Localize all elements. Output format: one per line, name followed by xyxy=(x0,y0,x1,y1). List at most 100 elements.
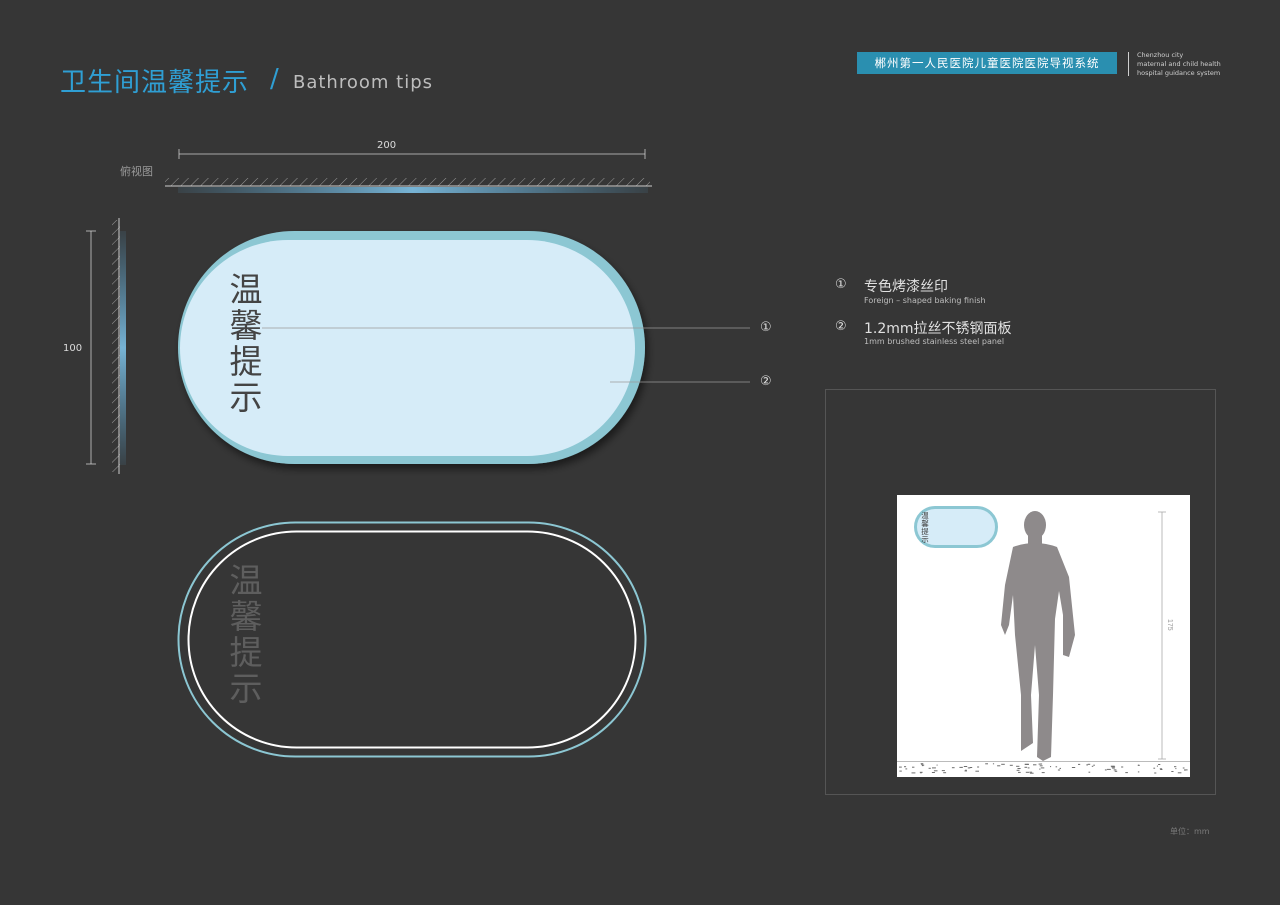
floor-speck xyxy=(1158,764,1161,765)
floor-texture xyxy=(897,761,1190,774)
floor-speck xyxy=(920,772,922,774)
floor-speck xyxy=(969,767,973,768)
top-view-dimension xyxy=(178,149,646,159)
floor-speck xyxy=(899,770,902,772)
top-view-wall xyxy=(165,178,652,193)
legend-text-en: Foreign – shaped baking finish xyxy=(864,296,986,305)
floor-speck xyxy=(931,772,935,773)
sign-char: 馨 xyxy=(229,597,263,636)
scene-height-dimension xyxy=(1158,511,1166,760)
sign-char: 示 xyxy=(229,378,263,417)
unit-label: 单位：mm xyxy=(1170,827,1210,836)
sign-text-front: 温 馨 提 示 xyxy=(226,272,266,416)
floor-speck xyxy=(1024,766,1028,768)
sign-char: 示 xyxy=(229,669,263,708)
floor-speck xyxy=(1001,763,1005,765)
floor-speck xyxy=(1182,767,1185,769)
floor-speck xyxy=(1050,766,1052,768)
floor-speck xyxy=(963,766,968,767)
mini-sign-text: 温馨提示 xyxy=(921,511,929,544)
sign-char: 温 xyxy=(229,270,263,309)
floor-speck xyxy=(1033,764,1037,766)
floor-speck xyxy=(1174,766,1177,768)
sign-text-outline: 温 馨 提 示 xyxy=(226,563,266,707)
floor-speck xyxy=(1113,769,1117,771)
floor-speck xyxy=(1041,772,1045,774)
floor-speck xyxy=(1017,768,1021,769)
floor-speck xyxy=(911,772,916,774)
floor-speck xyxy=(1156,765,1158,767)
floor-speck xyxy=(964,770,967,772)
floor-speck xyxy=(933,770,938,772)
legend-number: ① xyxy=(835,277,847,292)
floor-speck xyxy=(943,772,947,774)
legend-text-en: 1mm brushed stainless steel panel xyxy=(864,337,1005,346)
floor-speck xyxy=(1087,763,1091,765)
floor-speck xyxy=(1111,766,1116,768)
floor-speck xyxy=(985,763,988,765)
floor-speck xyxy=(1160,769,1163,770)
floor-speck xyxy=(1024,763,1029,765)
floor-speck xyxy=(1177,772,1182,774)
floor-speck xyxy=(1018,771,1021,773)
floor-speck xyxy=(1039,765,1043,767)
floor-speck xyxy=(1104,769,1107,771)
floor-speck xyxy=(1059,767,1061,769)
floor-speck xyxy=(1057,769,1061,771)
floor-speck xyxy=(922,765,924,767)
floor-speck xyxy=(928,767,931,769)
floor-speck xyxy=(1016,765,1020,767)
floor-speck xyxy=(932,767,936,769)
floor-speck xyxy=(1184,769,1186,771)
sign-char: 提 xyxy=(229,633,263,672)
person-silhouette xyxy=(1001,511,1075,761)
floor-speck xyxy=(1055,766,1058,768)
floor-speck xyxy=(1039,768,1041,770)
floor-speck xyxy=(1137,764,1140,766)
floor-speck xyxy=(1038,763,1041,765)
floor-speck xyxy=(1025,771,1029,773)
floor-speck xyxy=(1114,770,1118,772)
floor-speck xyxy=(992,763,995,765)
side-view-dimension xyxy=(86,230,96,465)
floor-speck xyxy=(1093,764,1095,766)
floor-speck xyxy=(997,765,1001,767)
sign-char: 馨 xyxy=(229,306,263,345)
scene-height-label: 175 xyxy=(1166,619,1173,631)
sign-char: 提 xyxy=(229,342,263,381)
floor-speck xyxy=(977,766,980,768)
legend-number: ② xyxy=(835,319,847,334)
floor-speck xyxy=(936,764,938,766)
floor-speck xyxy=(1106,768,1111,770)
floor-speck xyxy=(912,766,915,768)
floor-speck xyxy=(1040,767,1045,769)
floor-speck xyxy=(1175,768,1177,770)
floor-speck xyxy=(1171,771,1174,772)
side-view-wall xyxy=(112,218,126,474)
callout-marker-1: ① xyxy=(760,320,772,335)
floor-speck xyxy=(1029,771,1033,773)
floor-speck xyxy=(1009,764,1013,766)
floor-speck xyxy=(1153,767,1156,769)
floor-speck xyxy=(961,766,963,768)
floor-speck xyxy=(1125,772,1128,774)
floor-speck xyxy=(1029,772,1034,774)
floor-speck xyxy=(1016,769,1020,771)
legend-text-cn: 专色烤漆丝印 xyxy=(864,279,948,295)
floor-speck xyxy=(1091,765,1094,767)
floor-speck xyxy=(975,770,979,772)
floor-speck xyxy=(1027,767,1030,769)
floor-speck xyxy=(1086,764,1088,766)
floor-speck xyxy=(1071,767,1076,768)
floor-speck xyxy=(1078,763,1081,765)
floor-speck xyxy=(904,766,907,768)
floor-speck xyxy=(905,768,908,770)
floor-speck xyxy=(951,767,955,769)
floor-speck xyxy=(921,763,923,765)
callout-marker-2: ② xyxy=(760,374,772,389)
floor-speck xyxy=(899,766,902,768)
floor-speck xyxy=(1154,772,1157,774)
floor-speck xyxy=(1112,767,1115,769)
legend-text-cn: 1.2mm拉丝不锈钢面板 xyxy=(864,321,1012,337)
floor-speck xyxy=(1137,771,1140,773)
